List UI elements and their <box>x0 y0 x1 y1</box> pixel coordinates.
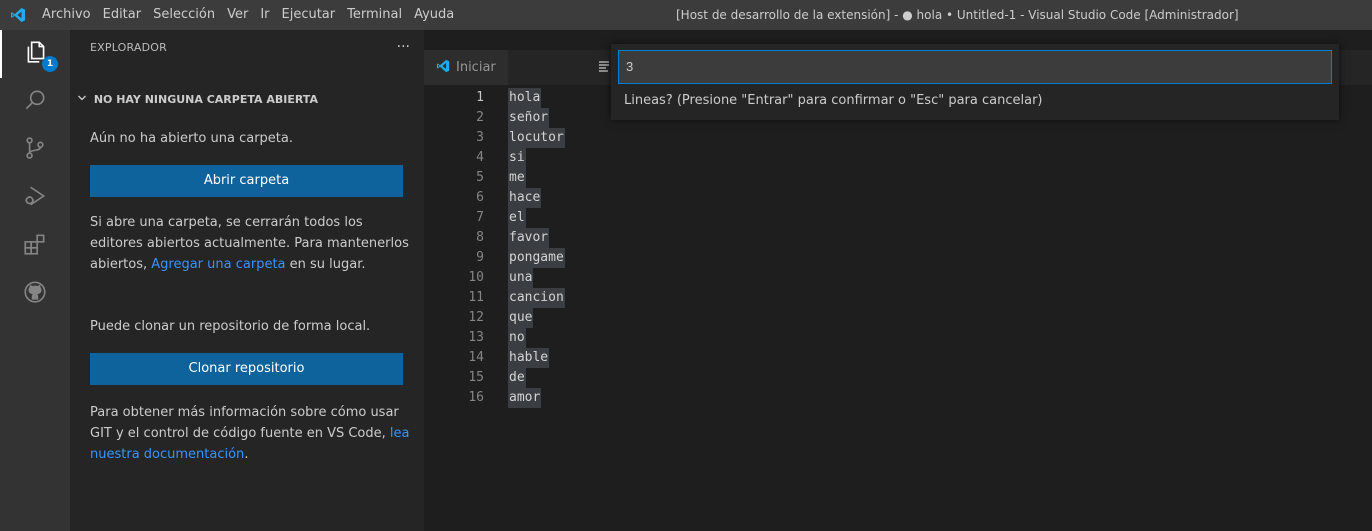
extensions-activity[interactable] <box>0 222 70 270</box>
menu-seleccion[interactable]: Selección <box>147 0 221 30</box>
line-content: me <box>508 168 526 188</box>
open-folder-button[interactable]: Abrir carpeta <box>90 165 403 197</box>
editor-line: 12 que <box>424 308 1372 328</box>
editor-line: 15 de <box>424 368 1372 388</box>
editor-line: 7 el <box>424 208 1372 228</box>
git-info-end: . <box>244 447 249 462</box>
search-activity[interactable] <box>0 78 70 126</box>
window-title: [Host de desarrollo de la extensión] - ●… <box>676 8 1239 22</box>
line-content: cancion <box>508 288 565 308</box>
editor-line: 4 si <box>424 148 1372 168</box>
line-number: 14 <box>468 350 484 365</box>
menu-bar: Archivo Editar Selección Ver Ir Ejecutar… <box>36 0 460 30</box>
no-folder-section-header[interactable]: NO HAY NINGUNA CARPETA ABIERTA <box>70 88 424 112</box>
explorer-activity[interactable]: 1 <box>0 30 70 78</box>
tab-iniciar[interactable]: Iniciar <box>424 50 508 85</box>
open-folder-info: Si abre una carpeta, se cerrarán todos l… <box>90 212 410 275</box>
line-number: 10 <box>468 270 484 285</box>
vscode-tab-icon <box>436 59 450 77</box>
menu-ejecutar[interactable]: Ejecutar <box>276 0 342 30</box>
line-number: 16 <box>468 390 484 405</box>
line-number: 3 <box>476 130 484 145</box>
editor-line: 11 cancion <box>424 288 1372 308</box>
line-content: una <box>508 268 534 288</box>
git-info-text: Para obtener más información sobre cómo … <box>90 405 399 441</box>
line-content: hace <box>508 188 542 208</box>
line-content: de <box>508 368 526 388</box>
run-debug-icon <box>22 183 48 213</box>
extensions-icon <box>22 231 48 261</box>
line-content: favor <box>508 228 550 248</box>
editor-line: 8 favor <box>424 228 1372 248</box>
sidebar-title: EXPLORADOR <box>90 41 168 54</box>
source-control-icon <box>22 135 48 165</box>
line-content: no <box>508 328 526 348</box>
line-content: que <box>508 308 534 328</box>
run-debug-activity[interactable] <box>0 174 70 222</box>
line-number: 11 <box>468 290 484 305</box>
tab-label: Iniciar <box>456 60 496 75</box>
more-actions-button[interactable]: ··· <box>397 30 410 66</box>
line-number: 13 <box>468 330 484 345</box>
editor-line: 16 amor <box>424 388 1372 408</box>
editor-line: 5 me <box>424 168 1372 188</box>
text-editor[interactable]: 1 hola 2 señor 3 locutor 4 si 5 me 6 hac… <box>424 85 1372 531</box>
line-content: amor <box>508 388 542 408</box>
line-content: hable <box>508 348 550 368</box>
line-content: señor <box>508 108 550 128</box>
line-content: si <box>508 148 526 168</box>
line-number: 5 <box>476 170 484 185</box>
menu-ir[interactable]: Ir <box>254 0 275 30</box>
explorer-badge: 1 <box>42 56 58 72</box>
github-icon <box>22 279 48 309</box>
quick-input-field[interactable]: 3 <box>618 50 1332 84</box>
menu-terminal[interactable]: Terminal <box>341 0 408 30</box>
editor-line: 13 no <box>424 328 1372 348</box>
vscode-logo-icon[interactable] <box>0 0 36 30</box>
quick-input-widget: 3 Lineas? (Presione "Entrar" para confir… <box>611 44 1339 120</box>
no-folder-text: Aún no ha abierto una carpeta. <box>90 131 294 146</box>
line-content: locutor <box>508 128 565 148</box>
add-folder-link[interactable]: Agregar una carpeta <box>151 257 285 272</box>
line-number: 7 <box>476 210 484 225</box>
line-number: 2 <box>476 110 484 125</box>
line-content: pongame <box>508 248 565 268</box>
line-number: 12 <box>468 310 484 325</box>
menu-ver[interactable]: Ver <box>221 0 254 30</box>
line-number: 15 <box>468 370 484 385</box>
editor-line: 10 una <box>424 268 1372 288</box>
editor-line: 6 hace <box>424 188 1372 208</box>
clone-text: Puede clonar un repositorio de forma loc… <box>90 319 371 334</box>
quick-input-message: Lineas? (Presione "Entrar" para confirma… <box>624 93 1043 108</box>
editor-line: 3 locutor <box>424 128 1372 148</box>
line-number: 8 <box>476 230 484 245</box>
info-text-end: en su lugar. <box>285 257 366 272</box>
search-icon <box>22 87 48 117</box>
editor-line: 14 hable <box>424 348 1372 368</box>
title-bar: Archivo Editar Selección Ver Ir Ejecutar… <box>0 0 1372 30</box>
line-number: 9 <box>476 250 484 265</box>
menu-ayuda[interactable]: Ayuda <box>408 0 460 30</box>
activity-bar: 1 <box>0 30 70 531</box>
line-content: el <box>508 208 526 228</box>
source-control-activity[interactable] <box>0 126 70 174</box>
menu-editar[interactable]: Editar <box>97 0 148 30</box>
line-number: 1 <box>476 90 484 105</box>
section-title: NO HAY NINGUNA CARPETA ABIERTA <box>93 93 318 106</box>
menu-archivo[interactable]: Archivo <box>36 0 97 30</box>
line-content: hola <box>508 88 542 108</box>
line-number: 4 <box>476 150 484 165</box>
chevron-down-icon <box>74 89 90 113</box>
text-file-icon <box>598 60 610 76</box>
line-number: 6 <box>476 190 484 205</box>
github-activity[interactable] <box>0 270 70 318</box>
clone-repository-button[interactable]: Clonar repositorio <box>90 353 403 385</box>
git-info: Para obtener más información sobre cómo … <box>90 402 410 465</box>
explorer-sidebar: EXPLORADOR ··· NO HAY NINGUNA CARPETA AB… <box>70 30 424 531</box>
editor-line: 9 pongame <box>424 248 1372 268</box>
